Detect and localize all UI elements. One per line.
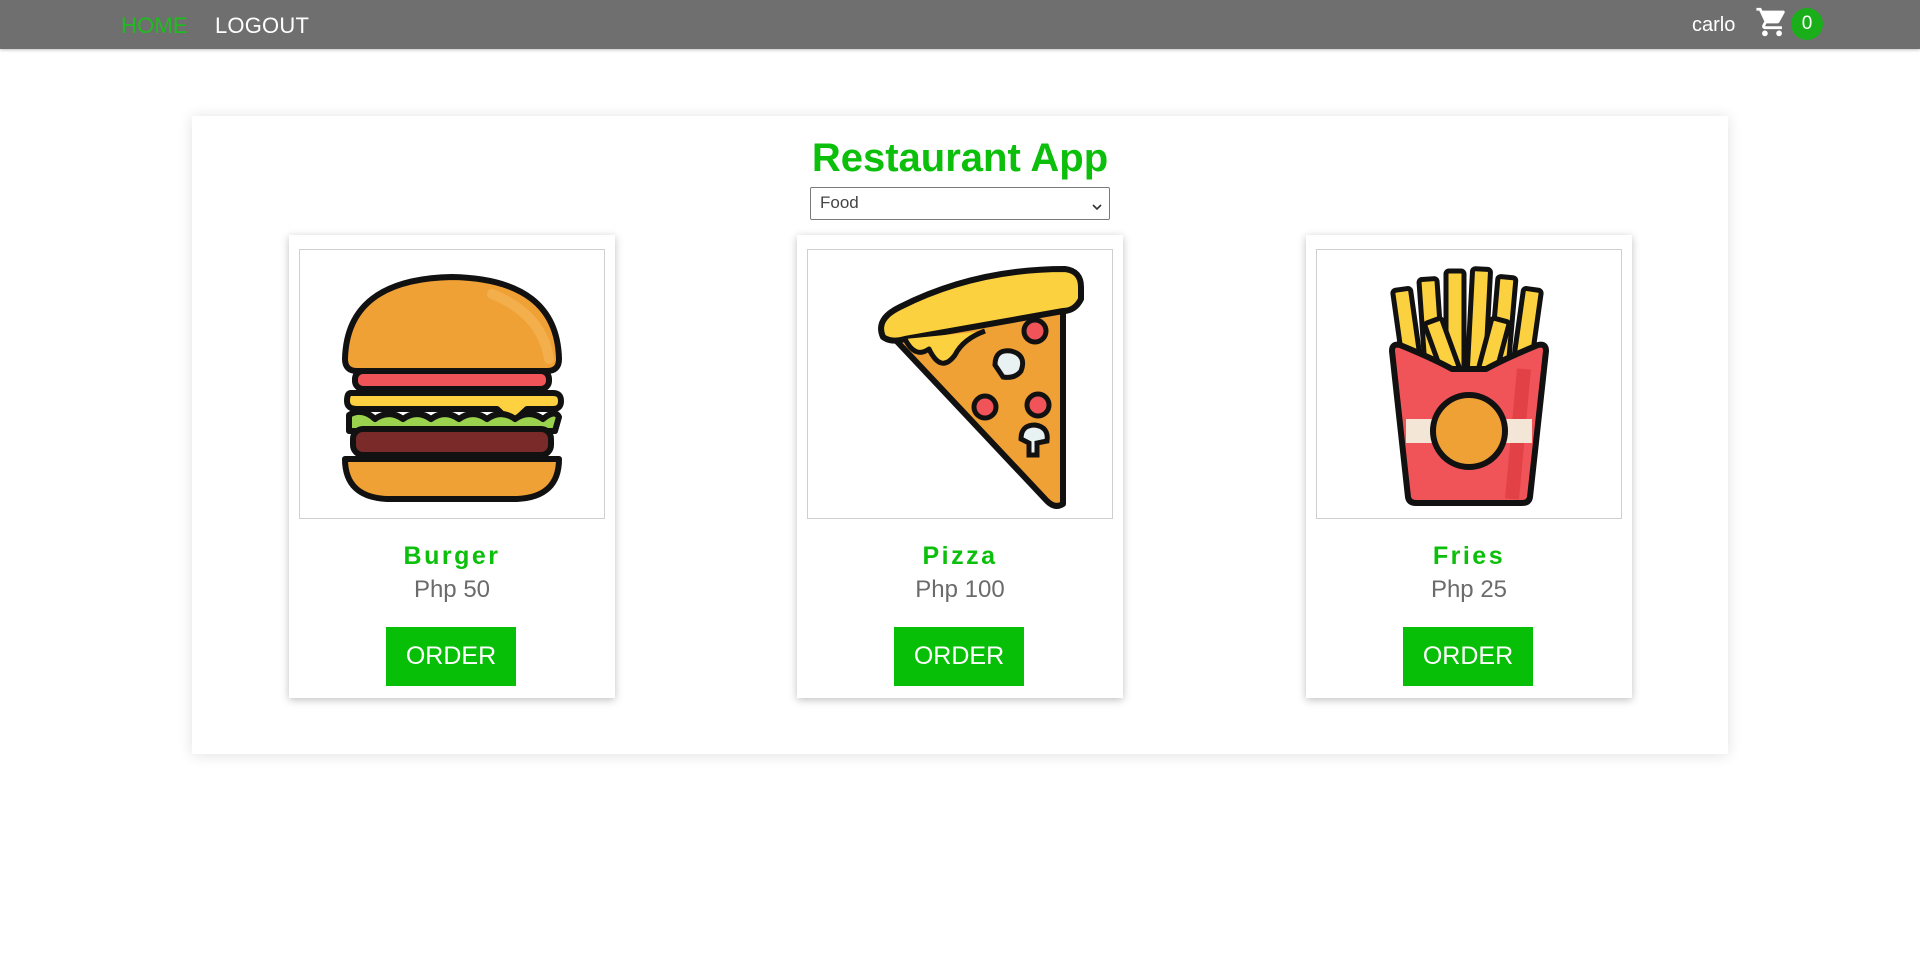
category-select-value: Food bbox=[820, 193, 859, 212]
item-name: Burger bbox=[403, 542, 501, 570]
shopping-cart-icon[interactable] bbox=[1755, 5, 1789, 39]
username-label: carlo bbox=[1692, 14, 1736, 36]
burger-image bbox=[299, 249, 605, 519]
pizza-icon bbox=[878, 266, 1084, 509]
order-button[interactable]: ORDER bbox=[894, 627, 1024, 686]
item-price: Php 50 bbox=[413, 576, 491, 603]
nav-home-link[interactable]: HOME bbox=[121, 13, 188, 39]
burger-icon bbox=[342, 274, 564, 502]
cart-count-badge[interactable]: 0 bbox=[1791, 8, 1823, 40]
menu-item-card: Pizza Php 100 ORDER bbox=[797, 235, 1123, 698]
item-price: Php 25 bbox=[1430, 576, 1508, 603]
item-name: Pizza bbox=[922, 542, 998, 570]
page-title: Restaurant App bbox=[811, 136, 1109, 180]
top-nav-bar: HOME LOGOUT carlo 0 bbox=[0, 0, 1920, 49]
pizza-image bbox=[807, 249, 1113, 519]
category-select[interactable]: Food bbox=[810, 187, 1110, 220]
nav-logout-link[interactable]: LOGOUT bbox=[215, 13, 309, 39]
chevron-down-icon bbox=[1091, 198, 1103, 211]
menu-item-card: Fries Php 25 ORDER bbox=[1306, 235, 1632, 698]
order-button[interactable]: ORDER bbox=[386, 627, 516, 686]
order-button[interactable]: ORDER bbox=[1403, 627, 1533, 686]
fries-image bbox=[1316, 249, 1622, 519]
menu-item-card: Burger Php 50 ORDER bbox=[289, 235, 615, 698]
item-name: Fries bbox=[1432, 542, 1506, 570]
fries-icon bbox=[1389, 266, 1549, 506]
item-price: Php 100 bbox=[915, 576, 1005, 603]
